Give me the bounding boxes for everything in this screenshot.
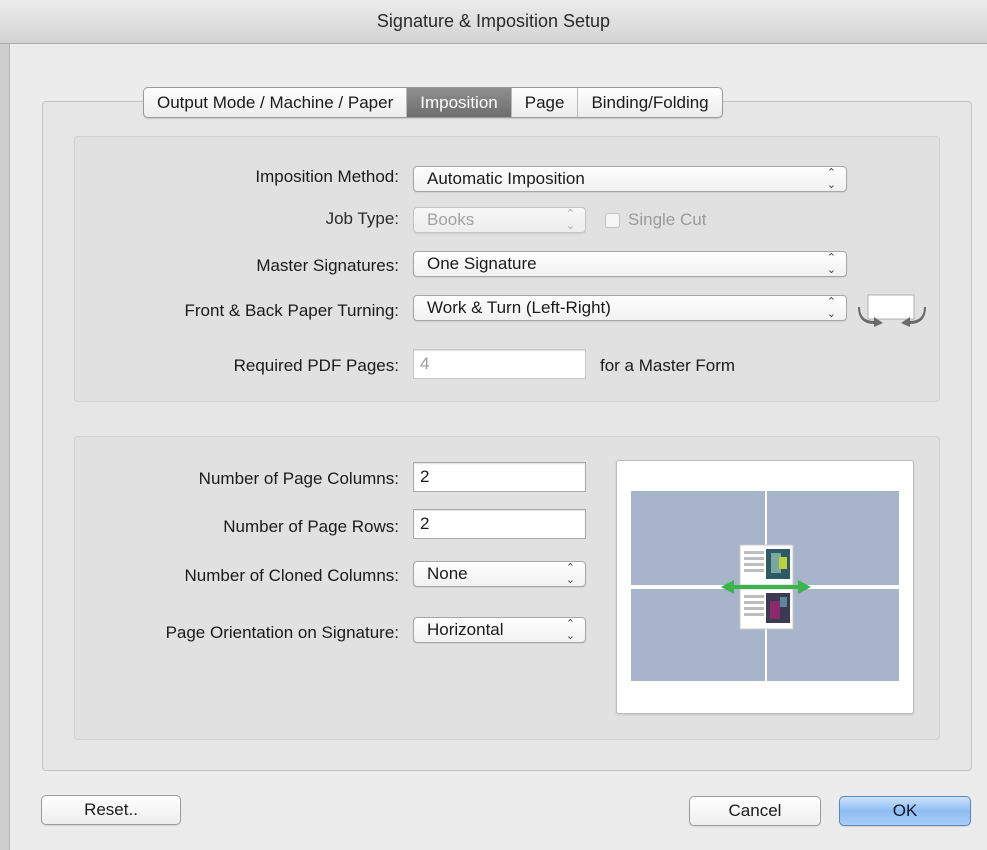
cloned-columns-label: Number of Cloned Columns:	[184, 566, 399, 585]
cloned-columns-select[interactable]: None ⌃ ⌄	[413, 561, 586, 587]
imposition-method-select[interactable]: Automatic Imposition ⌃ ⌄	[413, 166, 847, 192]
signature-preview-graphic	[631, 491, 899, 681]
job-type-label: Job Type:	[325, 209, 399, 228]
page-orientation-value: Horizontal	[427, 620, 504, 639]
window-title: Signature & Imposition Setup	[376, 11, 611, 31]
up-down-arrows-icon: ⌃ ⌄	[826, 252, 836, 276]
up-down-arrows-icon: ⌃ ⌄	[565, 618, 575, 642]
page-rows-field[interactable]: 2	[413, 509, 586, 539]
single-cut-label: Single Cut	[628, 210, 707, 229]
tab-binding-folding[interactable]: Binding/Folding	[577, 88, 721, 117]
up-down-arrows-icon: ⌃ ⌄	[826, 296, 836, 320]
page-orientation-label: Page Orientation on Signature:	[165, 623, 399, 642]
job-type-select[interactable]: Books ⌃ ⌄	[413, 207, 586, 233]
page-thumbnail-top	[739, 544, 794, 586]
paper-turn-icon	[856, 293, 928, 327]
master-signatures-value: One Signature	[427, 254, 537, 273]
page-thumbnail-bottom	[739, 588, 794, 630]
single-cut-checkbox[interactable]	[605, 213, 620, 228]
window-edge	[0, 44, 10, 850]
page-columns-label: Number of Page Columns:	[198, 469, 399, 488]
required-pages-suffix: for a Master Form	[600, 356, 736, 375]
tab-imposition[interactable]: Imposition	[406, 88, 511, 117]
ok-button[interactable]: OK	[839, 796, 971, 826]
reset-button[interactable]: Reset..	[41, 795, 181, 825]
signature-preview	[616, 460, 914, 714]
tab-page[interactable]: Page	[510, 88, 578, 117]
imposition-method-label: Imposition Method:	[255, 167, 399, 186]
cancel-button[interactable]: Cancel	[689, 796, 821, 826]
cloned-columns-value: None	[427, 564, 468, 583]
up-down-arrows-icon: ⌃ ⌄	[565, 562, 575, 586]
tab-output-mode[interactable]: Output Mode / Machine / Paper	[144, 88, 406, 117]
master-signatures-select[interactable]: One Signature ⌃ ⌄	[413, 251, 847, 277]
page-rows-label: Number of Page Rows:	[223, 517, 399, 536]
required-pages-label: Required PDF Pages:	[233, 356, 399, 375]
page-orientation-select[interactable]: Horizontal ⌃ ⌄	[413, 617, 586, 643]
job-type-value: Books	[427, 210, 475, 229]
paper-turning-value: Work & Turn (Left-Right)	[427, 298, 611, 317]
paper-turning-select[interactable]: Work & Turn (Left-Right) ⌃ ⌄	[413, 295, 847, 321]
dialog-window: Signature & Imposition Setup Output Mode…	[0, 0, 987, 850]
required-pages-field[interactable]: 4	[413, 349, 586, 379]
page-columns-field[interactable]: 2	[413, 462, 586, 492]
up-down-arrows-icon: ⌃ ⌄	[826, 167, 836, 191]
title-bar: Signature & Imposition Setup	[0, 0, 987, 44]
up-down-arrows-icon: ⌃ ⌄	[565, 208, 575, 232]
paper-turning-label: Front & Back Paper Turning:	[184, 301, 400, 320]
tab-bar: Output Mode / Machine / Paper Imposition…	[143, 87, 723, 118]
imposition-method-value: Automatic Imposition	[427, 169, 585, 188]
master-signatures-label: Master Signatures:	[256, 256, 399, 275]
